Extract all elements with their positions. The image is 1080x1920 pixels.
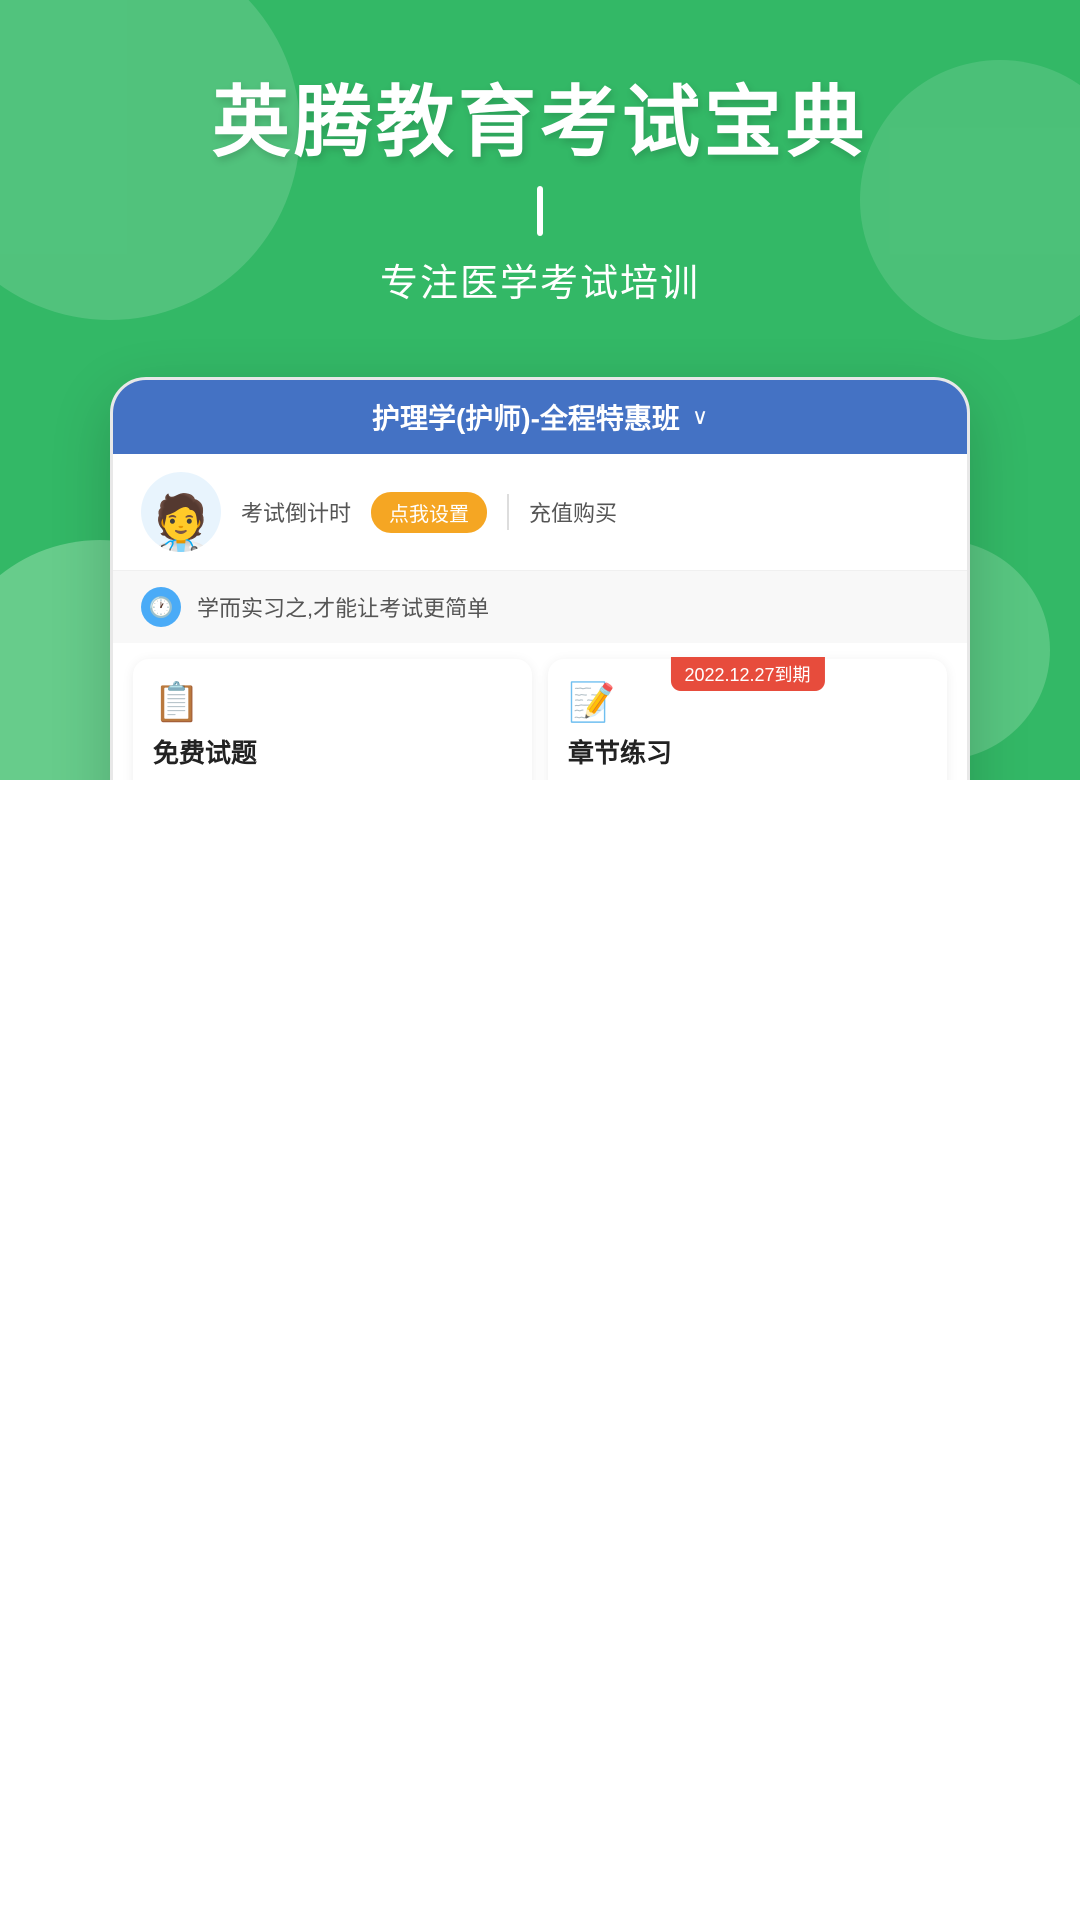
hero-title: 英腾教育考试宝典	[212, 80, 868, 166]
dropdown-arrow-icon: ∨	[692, 404, 708, 430]
card-title-0: 免费试题	[153, 733, 512, 770]
badge-date-1: 2022.12.27到期	[670, 657, 824, 691]
vertical-divider	[507, 494, 509, 530]
class-header[interactable]: 护理学(护师)-全程特惠班 ∨	[113, 380, 967, 454]
class-name: 护理学(护师)-全程特惠班	[372, 397, 680, 437]
below-hero	[0, 780, 1080, 1480]
avatar-figure: 🧑‍⚕️	[146, 496, 216, 552]
motto-row: 🕐 学而实习之,才能让考试更简单	[113, 571, 967, 643]
user-row: 🧑‍⚕️ 考试倒计时 点我设置 充值购买	[113, 454, 967, 571]
hero-subtitle: 专注医学考试培训	[380, 252, 700, 307]
card-icon-0: 📋	[153, 681, 512, 725]
card-desc-1: 精选试题 智能分析	[568, 778, 927, 780]
card-chapter-practice[interactable]: 2022.12.27到期 📝 章节练习 精选试题 智能分析	[548, 659, 947, 780]
hero-section: 英腾教育考试宝典 专注医学考试培训 章节 练习 历年 真题 护理学(护师)-全程…	[0, 0, 1080, 780]
set-button[interactable]: 点我设置	[371, 492, 487, 533]
countdown-label: 考试倒计时	[241, 496, 351, 528]
cards-grid: 📋 免费试题 精选好题 免费体验 2022.12.27到期 📝 章节练习 精选试…	[113, 643, 967, 780]
card-title-1: 章节练习	[568, 733, 927, 770]
avatar: 🧑‍⚕️	[141, 472, 221, 552]
app-frame: 护理学(护师)-全程特惠班 ∨ 🧑‍⚕️ 考试倒计时 点我设置 充值购买 🕐 学…	[110, 377, 970, 780]
clock-icon: 🕐	[141, 587, 181, 627]
user-info: 考试倒计时 点我设置 充值购买	[241, 492, 939, 533]
hero-divider	[537, 186, 543, 236]
app-frame-wrapper: 章节 练习 历年 真题 护理学(护师)-全程特惠班 ∨ 🧑‍⚕️ 考试倒计时 点…	[110, 377, 970, 780]
recharge-label: 充值购买	[529, 496, 617, 528]
card-desc-0: 精选好题 免费体验	[153, 778, 512, 780]
motto-text: 学而实习之,才能让考试更简单	[197, 591, 489, 623]
card-free-questions[interactable]: 📋 免费试题 精选好题 免费体验	[133, 659, 532, 780]
